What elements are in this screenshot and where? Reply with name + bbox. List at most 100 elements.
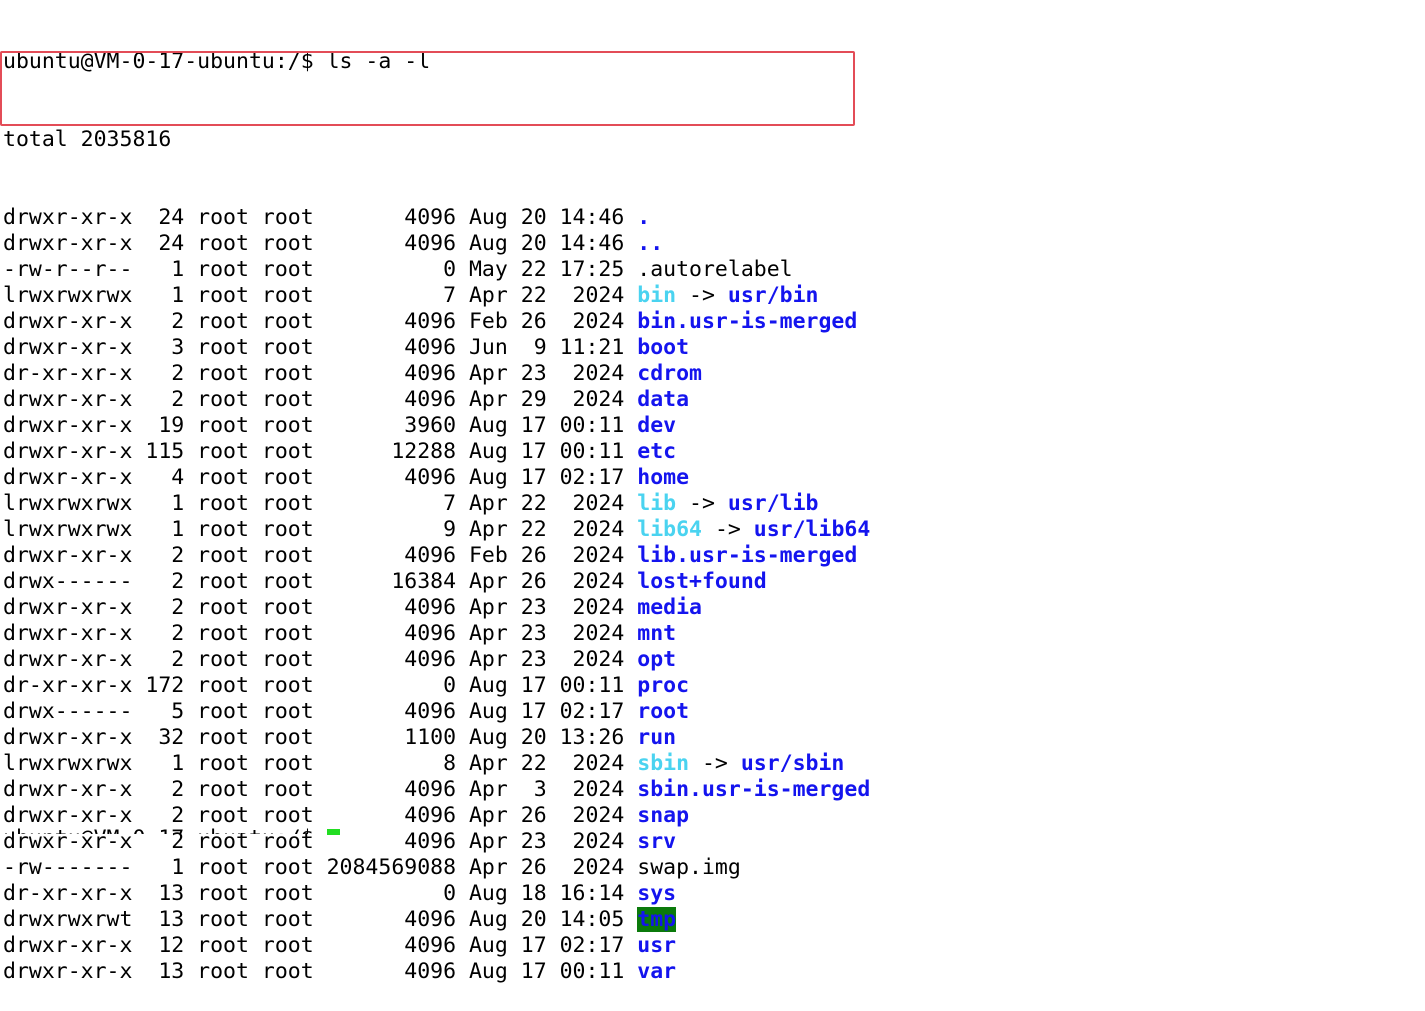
symlink-target: usr/sbin: [740, 751, 845, 776]
entry-name: media: [637, 595, 702, 620]
symlink-target: usr/lib: [727, 491, 819, 516]
listing-row: lrwxrwxrwx 1 root root 7 Apr 22 2024 bin…: [3, 283, 1423, 309]
total-line: total 2035816: [3, 127, 172, 152]
entry-metadata: lrwxrwxrwx 1 root root 7 Apr 22 2024: [3, 283, 638, 308]
entry-metadata: lrwxrwxrwx 1 root root 9 Apr 22 2024: [3, 517, 638, 542]
entry-name: lost+found: [637, 569, 767, 594]
entry-metadata: drwxr-xr-x 2 root root 4096 Apr 23 2024: [3, 595, 638, 620]
entry-metadata: dr-xr-xr-x 13 root root 0 Aug 18 16:14: [3, 881, 638, 906]
highlight-annotation-box: [0, 51, 855, 126]
entry-metadata: dr-xr-xr-x 172 root root 0 Aug 17 00:11: [3, 673, 638, 698]
listing-row: dr-xr-xr-x 13 root root 0 Aug 18 16:14 s…: [3, 881, 1423, 907]
entry-metadata: drwxr-xr-x 32 root root 1100 Aug 20 13:2…: [3, 725, 638, 750]
listing-row: drwxr-xr-x 19 root root 3960 Aug 17 00:1…: [3, 413, 1423, 439]
entry-metadata: -rw-r--r-- 1 root root 0 May 22 17:25: [3, 257, 638, 282]
entry-metadata: drwxr-xr-x 12 root root 4096 Aug 17 02:1…: [3, 933, 638, 958]
listing-row: dr-xr-xr-x 172 root root 0 Aug 17 00:11 …: [3, 673, 1423, 699]
entry-metadata: dr-xr-xr-x 2 root root 4096 Apr 23 2024: [3, 361, 638, 386]
listing-row: drwxr-xr-x 12 root root 4096 Aug 17 02:1…: [3, 933, 1423, 959]
entry-name: bin.usr-is-merged: [637, 309, 858, 334]
entry-metadata: drwxr-xr-x 115 root root 12288 Aug 17 00…: [3, 439, 638, 464]
entry-name: lib.usr-is-merged: [637, 543, 858, 568]
entry-metadata: drwxr-xr-x 2 root root 4096 Apr 3 2024: [3, 777, 638, 802]
entry-name: ..: [637, 231, 664, 256]
entry-metadata: lrwxrwxrwx 1 root root 7 Apr 22 2024: [3, 491, 638, 516]
listing-row: -rw------- 1 root root 2084569088 Apr 26…: [3, 855, 1423, 881]
listing-row: drwxr-xr-x 24 root root 4096 Aug 20 14:4…: [3, 231, 1423, 257]
entry-name: swap.img: [637, 855, 741, 880]
symlink-arrow: ->: [676, 283, 728, 308]
entry-name: var: [637, 959, 677, 984]
symlink-arrow: ->: [702, 517, 754, 542]
symlink-arrow: ->: [689, 751, 741, 776]
entry-metadata: drwxr-xr-x 2 root root 4096 Feb 26 2024: [3, 309, 638, 334]
listing-row: -rw-r--r-- 1 root root 0 May 22 17:25 .a…: [3, 257, 1423, 283]
entry-name: lib: [637, 491, 677, 516]
listing-row: drwxrwxrwt 13 root root 4096 Aug 20 14:0…: [3, 907, 1423, 933]
terminal-output[interactable]: ubuntu@VM-0-17-ubuntu:/$ ls -a -l total …: [3, 0, 1423, 1011]
symlink-target: usr/bin: [727, 283, 819, 308]
listing-row: drwxr-xr-x 2 root root 4096 Apr 23 2024 …: [3, 595, 1423, 621]
listing-row: lrwxrwxrwx 1 root root 7 Apr 22 2024 lib…: [3, 491, 1423, 517]
entry-metadata: drwxr-xr-x 2 root root 4096 Apr 29 2024: [3, 387, 638, 412]
entry-metadata: drwxrwxrwt 13 root root 4096 Aug 20 14:0…: [3, 907, 638, 932]
entry-metadata: -rw------- 1 root root 2084569088 Apr 26…: [3, 855, 638, 880]
entry-metadata: drwxr-xr-x 2 root root 4096 Apr 23 2024: [3, 647, 638, 672]
text-cursor: [327, 829, 340, 835]
listing-row: drwxr-xr-x 2 root root 4096 Feb 26 2024 …: [3, 309, 1423, 335]
entry-metadata: drwxr-xr-x 19 root root 3960 Aug 17 00:1…: [3, 413, 638, 438]
entry-name: etc: [637, 439, 677, 464]
entry-name: mnt: [637, 621, 677, 646]
listing-row: drwxr-xr-x 115 root root 12288 Aug 17 00…: [3, 439, 1423, 465]
entry-metadata: drwxr-xr-x 4 root root 4096 Aug 17 02:17: [3, 465, 638, 490]
entry-metadata: drwxr-xr-x 24 root root 4096 Aug 20 14:4…: [3, 231, 638, 256]
listing-row: drwxr-xr-x 13 root root 4096 Aug 17 00:1…: [3, 959, 1423, 985]
entry-metadata: drwxr-xr-x 3 root root 4096 Jun 9 11:21: [3, 335, 638, 360]
entry-name: sbin: [637, 751, 690, 776]
entry-name: dev: [637, 413, 677, 438]
entry-name: cdrom: [637, 361, 702, 386]
entry-metadata: drwxr-xr-x 24 root root 4096 Aug 20 14:4…: [3, 205, 638, 230]
symlink-arrow: ->: [676, 491, 728, 516]
entry-name: data: [637, 387, 690, 412]
entry-name: root: [637, 699, 690, 724]
entry-name: snap: [637, 803, 690, 828]
entry-metadata: drwx------ 2 root root 16384 Apr 26 2024: [3, 569, 638, 594]
symlink-target: usr/lib64: [753, 517, 871, 542]
listing-row: drwxr-xr-x 24 root root 4096 Aug 20 14:4…: [3, 205, 1423, 231]
entry-metadata: drwxr-xr-x 2 root root 4096 Feb 26 2024: [3, 543, 638, 568]
entry-name: run: [637, 725, 677, 750]
listing-row: dr-xr-xr-x 2 root root 4096 Apr 23 2024 …: [3, 361, 1423, 387]
listing-row: lrwxrwxrwx 1 root root 8 Apr 22 2024 sbi…: [3, 751, 1423, 777]
next-prompt-line: ubuntu@VM-0-17-ubuntu:/$: [3, 826, 327, 834]
listing-row: drwxr-xr-x 2 root root 4096 Apr 23 2024 …: [3, 621, 1423, 647]
listing-row: drwxr-xr-x 4 root root 4096 Aug 17 02:17…: [3, 465, 1423, 491]
listing-row: drwx------ 5 root root 4096 Aug 17 02:17…: [3, 699, 1423, 725]
entry-name: .: [637, 205, 651, 230]
directory-listing: drwxr-xr-x 24 root root 4096 Aug 20 14:4…: [3, 205, 1423, 985]
entry-metadata: drwxr-xr-x 2 root root 4096 Apr 26 2024: [3, 803, 638, 828]
entry-name: lib64: [637, 517, 702, 542]
entry-name: home: [637, 465, 690, 490]
entry-name: .autorelabel: [637, 257, 793, 282]
entry-name: bin: [637, 283, 677, 308]
entry-name: tmp: [637, 907, 677, 932]
entry-metadata: drwxr-xr-x 2 root root 4096 Apr 23 2024: [3, 621, 638, 646]
entry-metadata: lrwxrwxrwx 1 root root 8 Apr 22 2024: [3, 751, 638, 776]
entry-name: usr: [637, 933, 677, 958]
entry-name: opt: [637, 647, 677, 672]
entry-name: boot: [637, 335, 690, 360]
listing-row: lrwxrwxrwx 1 root root 9 Apr 22 2024 lib…: [3, 517, 1423, 543]
entry-name: proc: [637, 673, 690, 698]
entry-name: sys: [637, 881, 677, 906]
listing-row: drwxr-xr-x 2 root root 4096 Apr 23 2024 …: [3, 647, 1423, 673]
listing-row: drwxr-xr-x 2 root root 4096 Apr 29 2024 …: [3, 387, 1423, 413]
entry-name: srv: [637, 829, 677, 854]
listing-row: drwxr-xr-x 3 root root 4096 Jun 9 11:21 …: [3, 335, 1423, 361]
entry-metadata: drwxr-xr-x 13 root root 4096 Aug 17 00:1…: [3, 959, 638, 984]
listing-row: drwx------ 2 root root 16384 Apr 26 2024…: [3, 569, 1423, 595]
listing-row: drwxr-xr-x 2 root root 4096 Feb 26 2024 …: [3, 543, 1423, 569]
listing-row: drwxr-xr-x 2 root root 4096 Apr 3 2024 s…: [3, 777, 1423, 803]
entry-metadata: drwx------ 5 root root 4096 Aug 17 02:17: [3, 699, 638, 724]
entry-name: sbin.usr-is-merged: [637, 777, 871, 802]
